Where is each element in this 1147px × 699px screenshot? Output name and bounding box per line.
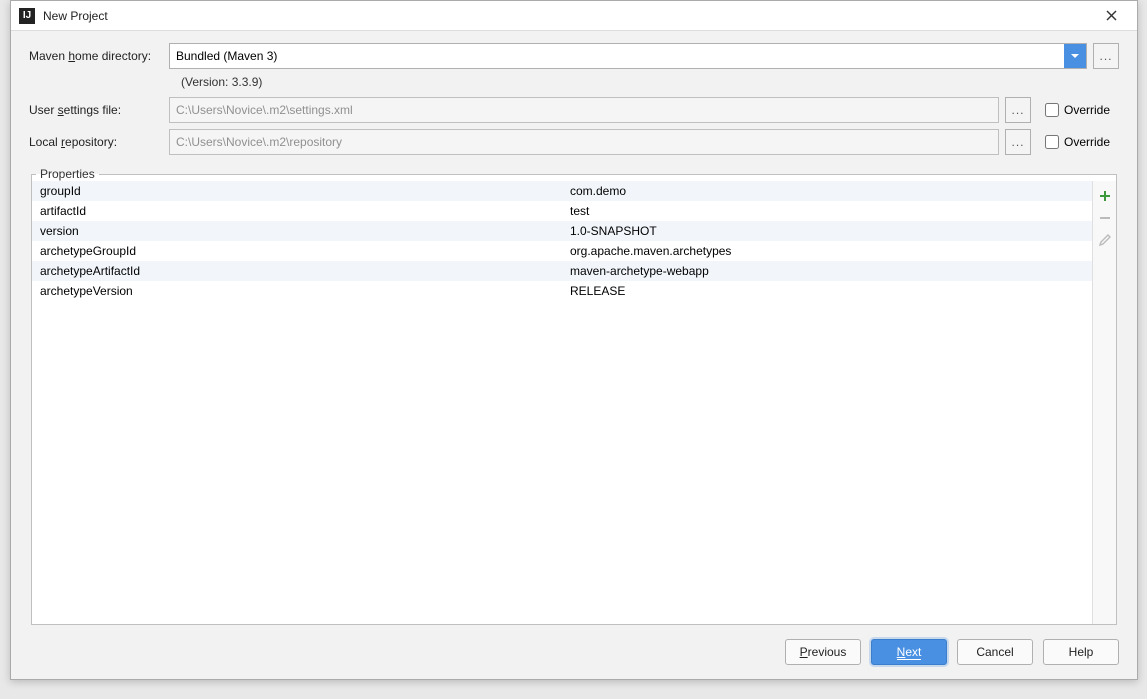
pencil-icon (1098, 233, 1112, 247)
cancel-label: Cancel (976, 645, 1013, 659)
row-local-repository: Local repository: C:\Users\Novice\.m2\re… (29, 129, 1119, 155)
remove-property-button[interactable] (1093, 207, 1116, 229)
property-key: archetypeVersion (32, 281, 562, 301)
table-row[interactable]: artifactIdtest (32, 201, 1092, 221)
properties-table[interactable]: groupIdcom.demoartifactIdtestversion1.0-… (32, 181, 1092, 301)
property-key: archetypeArtifactId (32, 261, 562, 281)
table-row[interactable]: version1.0-SNAPSHOT (32, 221, 1092, 241)
window-title: New Project (43, 9, 1093, 23)
property-value: RELEASE (562, 281, 1092, 301)
user-settings-field[interactable]: C:\Users\Novice\.m2\settings.xml (169, 97, 999, 123)
table-row[interactable]: archetypeArtifactIdmaven-archetype-webap… (32, 261, 1092, 281)
minus-icon (1098, 211, 1112, 225)
properties-body: groupIdcom.demoartifactIdtestversion1.0-… (32, 181, 1116, 624)
dialog-body: Maven home directory: Bundled (Maven 3) … (11, 31, 1137, 629)
property-value: 1.0-SNAPSHOT (562, 221, 1092, 241)
app-icon: IJ (19, 8, 35, 24)
property-value: org.apache.maven.archetypes (562, 241, 1092, 261)
maven-home-browse-button[interactable]: ... (1093, 43, 1119, 69)
dialog-window: IJ New Project Maven home directory: Bun… (10, 0, 1138, 680)
row-maven-home: Maven home directory: Bundled (Maven 3) … (29, 43, 1119, 69)
next-label: Next (897, 645, 922, 660)
local-repo-field[interactable]: C:\Users\Novice\.m2\repository (169, 129, 999, 155)
properties-side-toolbar (1092, 181, 1116, 624)
properties-table-wrap: groupIdcom.demoartifactIdtestversion1.0-… (32, 181, 1092, 624)
override-local-repo[interactable]: Override (1041, 132, 1119, 152)
cancel-button[interactable]: Cancel (957, 639, 1033, 665)
close-icon (1106, 10, 1117, 21)
override-user-settings[interactable]: Override (1041, 100, 1119, 120)
property-key: artifactId (32, 201, 562, 221)
table-row[interactable]: groupIdcom.demo (32, 181, 1092, 201)
override-label-1: Override (1064, 103, 1110, 117)
properties-legend: Properties (36, 167, 99, 181)
override-local-repo-checkbox[interactable] (1045, 135, 1059, 149)
label-local-repository: Local repository: (29, 135, 169, 149)
override-user-settings-checkbox[interactable] (1045, 103, 1059, 117)
plus-icon (1098, 189, 1112, 203)
edit-property-button[interactable] (1093, 229, 1116, 251)
close-button[interactable] (1093, 2, 1129, 30)
user-settings-browse-button[interactable]: ... (1005, 97, 1031, 123)
dropdown-arrow-icon[interactable] (1064, 44, 1086, 68)
previous-label-rest: revious (808, 645, 847, 659)
add-property-button[interactable] (1093, 185, 1116, 207)
maven-home-value: Bundled (Maven 3) (176, 49, 277, 63)
table-row[interactable]: archetypeGroupIdorg.apache.maven.archety… (32, 241, 1092, 261)
property-value: com.demo (562, 181, 1092, 201)
property-value: test (562, 201, 1092, 221)
help-button[interactable]: Help (1043, 639, 1119, 665)
property-key: groupId (32, 181, 562, 201)
table-row[interactable]: archetypeVersionRELEASE (32, 281, 1092, 301)
property-key: archetypeGroupId (32, 241, 562, 261)
user-settings-value: C:\Users\Novice\.m2\settings.xml (176, 103, 353, 117)
label-user-settings: User settings file: (29, 103, 169, 117)
row-user-settings: User settings file: C:\Users\Novice\.m2\… (29, 97, 1119, 123)
properties-fieldset: Properties groupIdcom.demoartifactIdtest… (31, 167, 1117, 625)
label-maven-home: Maven home directory: (29, 49, 169, 63)
next-button[interactable]: Next (871, 639, 947, 665)
property-key: version (32, 221, 562, 241)
titlebar: IJ New Project (11, 1, 1137, 31)
override-label-2: Override (1064, 135, 1110, 149)
local-repo-browse-button[interactable]: ... (1005, 129, 1031, 155)
previous-button[interactable]: Previous (785, 639, 861, 665)
button-bar: Previous Next Cancel Help (11, 629, 1137, 679)
property-value: maven-archetype-webapp (562, 261, 1092, 281)
local-repo-value: C:\Users\Novice\.m2\repository (176, 135, 342, 149)
help-label: Help (1069, 645, 1094, 659)
maven-home-combo[interactable]: Bundled (Maven 3) (169, 43, 1087, 69)
maven-version-hint: (Version: 3.3.9) (169, 75, 1119, 89)
